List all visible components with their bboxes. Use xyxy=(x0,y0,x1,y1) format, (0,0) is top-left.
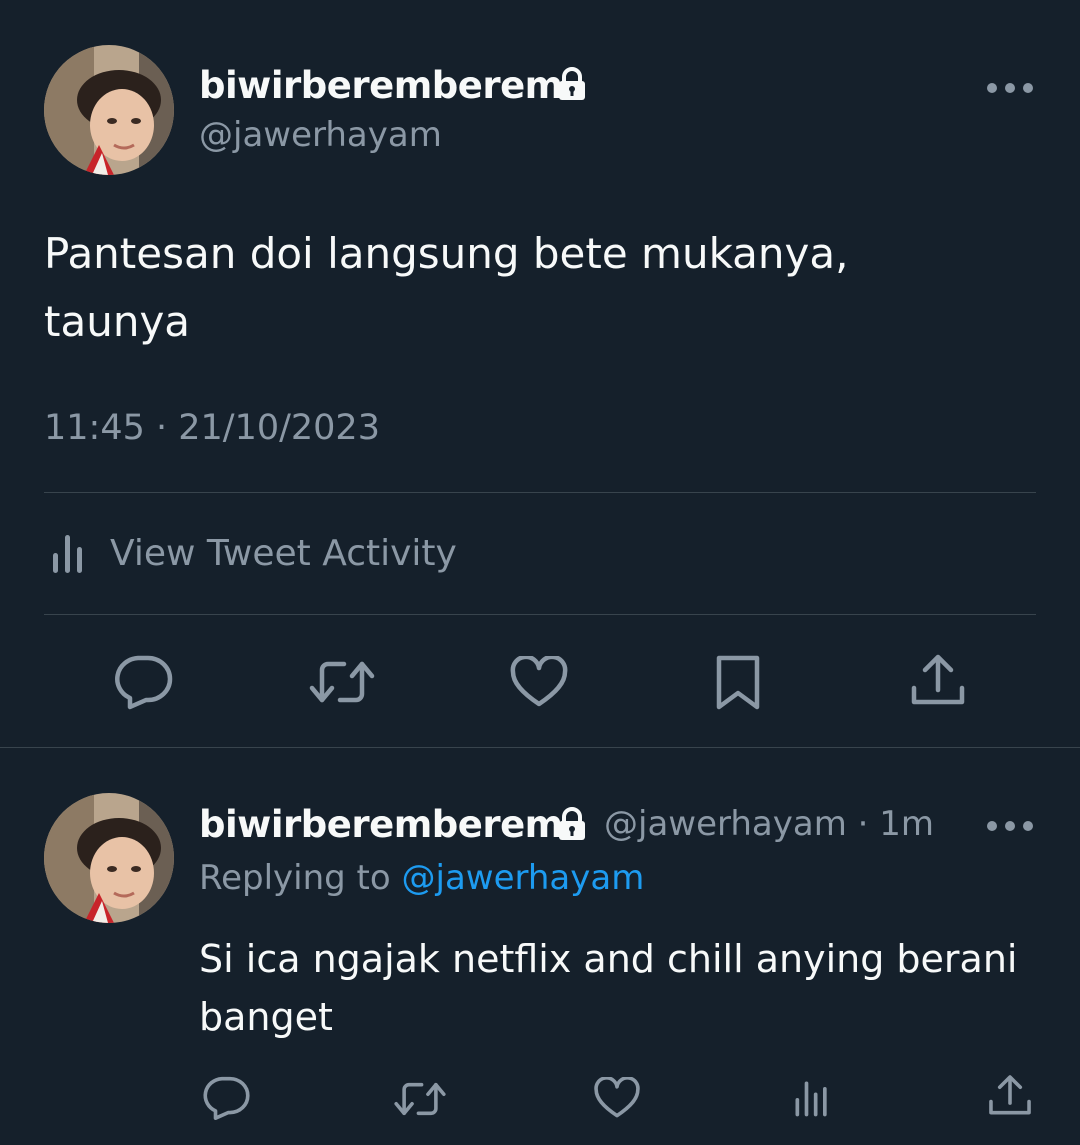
heart-icon[interactable] xyxy=(509,656,569,708)
divider xyxy=(44,492,1036,493)
tweet-text-line: Pantesan doi langsung bete mukanya, xyxy=(44,229,849,278)
tweet-text-line: taunya xyxy=(44,297,191,346)
more-options-icon[interactable] xyxy=(984,816,1036,836)
replying-to-mention[interactable]: @jawerhayam xyxy=(402,858,645,898)
heart-icon[interactable] xyxy=(593,1077,641,1119)
share-icon[interactable] xyxy=(986,1073,1034,1119)
reply-text-line: Si ica ngajak netflix and chill anying b… xyxy=(199,937,1018,981)
avatar[interactable] xyxy=(44,793,174,923)
tweet-text: Pantesan doi langsung bete mukanya, taun… xyxy=(44,220,1004,356)
analytics-icon[interactable] xyxy=(790,1077,834,1119)
divider xyxy=(44,614,1036,615)
view-tweet-activity-label: View Tweet Activity xyxy=(110,532,457,574)
divider xyxy=(0,747,1080,748)
reply-icon[interactable] xyxy=(112,654,174,710)
reply-text-line: banget xyxy=(199,995,333,1039)
bookmark-icon[interactable] xyxy=(713,652,763,712)
reply-text: Si ica ngajak netflix and chill anying b… xyxy=(199,930,1049,1046)
reply-icon[interactable] xyxy=(201,1075,251,1121)
avatar[interactable] xyxy=(44,45,174,175)
reply-display-name[interactable]: biwirberemberem xyxy=(199,803,563,846)
replying-to-label: Replying to xyxy=(199,858,391,898)
replying-to: Replying to @jawerhayam xyxy=(199,858,644,898)
view-tweet-activity-button[interactable]: View Tweet Activity xyxy=(44,518,644,588)
more-options-icon[interactable] xyxy=(984,78,1036,98)
handle[interactable]: @jawerhayam xyxy=(199,115,442,155)
lock-icon xyxy=(559,67,585,100)
retweet-icon[interactable] xyxy=(308,656,376,708)
analytics-icon xyxy=(53,535,82,573)
reply-handle-time[interactable]: @jawerhayam · 1m xyxy=(604,804,934,844)
retweet-icon[interactable] xyxy=(393,1078,447,1120)
display-name[interactable]: biwirberemberem xyxy=(199,64,563,107)
share-icon[interactable] xyxy=(908,652,968,710)
lock-icon xyxy=(559,807,585,840)
timestamp[interactable]: 11:45 · 21/10/2023 xyxy=(44,408,380,448)
